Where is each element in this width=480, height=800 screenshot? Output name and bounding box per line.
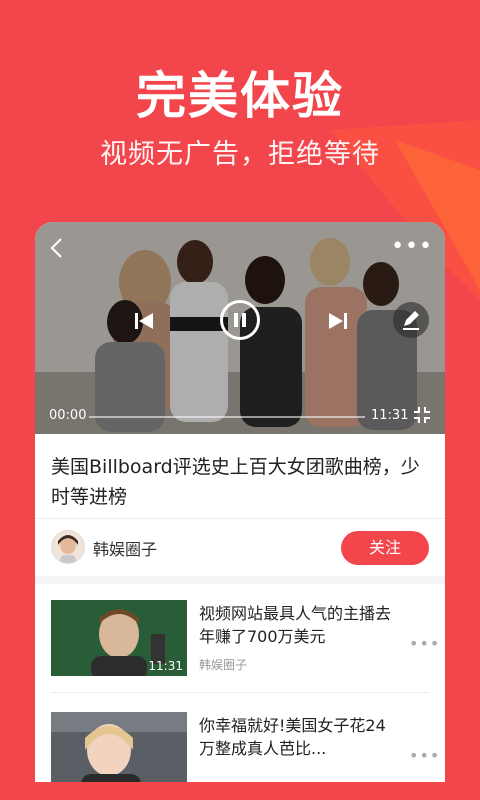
pause-icon[interactable] bbox=[220, 300, 260, 340]
list-item-source: 韩娱圈子 bbox=[199, 658, 248, 672]
current-time: 00:00 bbox=[49, 408, 87, 423]
bottom-bar bbox=[0, 782, 480, 800]
list-item-title[interactable]: 你幸福就好!美国女子花24万整成真人芭比... bbox=[199, 714, 395, 760]
section-gap bbox=[35, 576, 445, 584]
promo-subline: 视频无广告，拒绝等待 bbox=[100, 139, 380, 170]
prev-icon[interactable] bbox=[131, 308, 157, 334]
follow-button[interactable]: 关注 bbox=[341, 531, 429, 565]
avatar[interactable] bbox=[51, 530, 85, 564]
author-name[interactable]: 韩娱圈子 bbox=[93, 536, 157, 560]
fullscreen-icon[interactable] bbox=[413, 406, 431, 424]
video-thumbnail[interactable] bbox=[51, 712, 187, 782]
author-row: 韩娱圈子 关注 bbox=[35, 519, 445, 575]
divider bbox=[51, 692, 429, 693]
video-title[interactable]: 美国Billboard评选史上百大女团歌曲榜，少时等进榜 bbox=[51, 452, 435, 512]
more-icon[interactable]: ••• bbox=[409, 634, 440, 653]
progress-bar[interactable] bbox=[89, 416, 365, 418]
list-item-title[interactable]: 视频网站最具人气的主播去年赚了700万美元 bbox=[199, 602, 395, 648]
video-card: ••• 00:00 11:31 美国Billboard评选史上百大女团歌曲榜，少… bbox=[35, 222, 445, 782]
more-icon[interactable]: ••• bbox=[409, 746, 440, 765]
back-icon[interactable] bbox=[45, 236, 69, 260]
video-thumbnail[interactable]: 11:31 bbox=[51, 600, 187, 676]
promo-headline: 完美体验 bbox=[136, 67, 344, 125]
total-time: 11:31 bbox=[371, 408, 409, 423]
next-icon[interactable] bbox=[325, 308, 351, 334]
list-item[interactable]: 11:31 视频网站最具人气的主播去年赚了700万美元 韩娱圈子 ••• bbox=[35, 584, 445, 690]
thumbnail-duration: 11:31 bbox=[148, 659, 183, 673]
list-item[interactable]: 你幸福就好!美国女子花24万整成真人芭比... ••• bbox=[35, 696, 445, 782]
more-icon[interactable]: ••• bbox=[391, 236, 433, 258]
video-player[interactable]: ••• 00:00 11:31 bbox=[35, 222, 445, 434]
edit-icon[interactable] bbox=[393, 302, 429, 338]
